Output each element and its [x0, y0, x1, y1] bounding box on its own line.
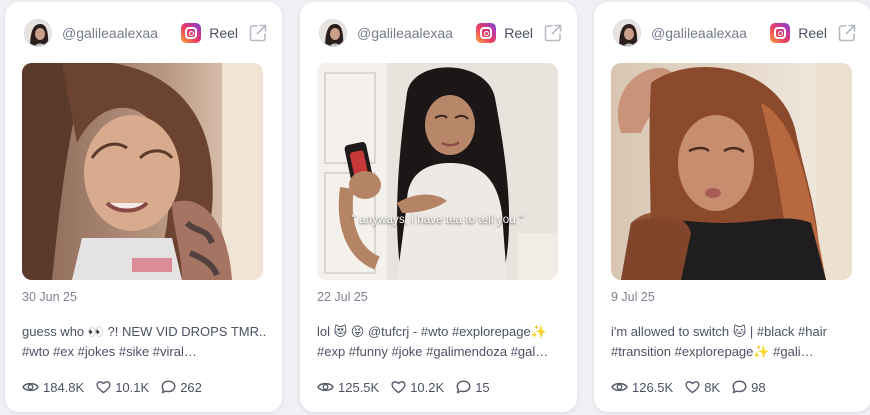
post-stats: 125.5K 10.2K 15	[317, 378, 502, 396]
heart-icon	[96, 381, 111, 394]
comment-icon	[732, 380, 747, 394]
post-type-label: Reel	[504, 25, 533, 41]
likes-stat: 10.2K	[391, 380, 444, 395]
likes-stat: 10.1K	[96, 380, 149, 395]
caption-line: #wto #ex #jokes #sike #viral…	[22, 344, 197, 359]
heart-icon	[391, 381, 406, 394]
comments-stat: 15	[456, 379, 490, 395]
post-thumbnail[interactable]	[22, 63, 263, 280]
external-link-icon[interactable]	[248, 23, 268, 43]
views-count: 125.5K	[338, 379, 380, 395]
instagram-icon	[770, 23, 791, 43]
comments-count: 15	[475, 379, 490, 395]
post-card-header: @galileaalexaa Reel	[319, 18, 563, 48]
views-count: 184.8K	[43, 379, 85, 395]
avatar[interactable]	[24, 19, 52, 47]
comments-stat: 98	[732, 379, 766, 395]
comment-icon	[161, 380, 176, 394]
instagram-icon	[476, 23, 497, 43]
caption-line: #exp #funny #joke #galimendoza #gal…	[317, 344, 549, 359]
caption-line: lol 😻 😝 @tufcrj - #wto #explorepage✨	[317, 324, 547, 339]
account-handle[interactable]: @galileaalexaa	[651, 25, 770, 41]
post-caption: i'm allowed to switch 🐱 | #black #hair #…	[611, 322, 857, 362]
post-stats: 126.5K 8K 98	[611, 378, 778, 396]
post-type-label: Reel	[798, 25, 827, 41]
post-card[interactable]: @galileaalexaa Reel	[300, 2, 577, 412]
post-card[interactable]: @galileaalexaa Reel	[5, 2, 282, 412]
video-text-overlay: " anyways, i have tea to tell you "	[351, 214, 524, 226]
post-type-label: Reel	[209, 25, 238, 41]
caption-line: guess who 👀 ?! NEW VID DROPS TMR.. -	[22, 324, 268, 339]
account-handle[interactable]: @galileaalexaa	[62, 25, 181, 41]
views-count: 126.5K	[632, 379, 674, 395]
external-link-icon[interactable]	[543, 23, 563, 43]
comments-count: 98	[751, 379, 766, 395]
post-date: 22 Jul 25	[317, 290, 368, 304]
heart-icon	[685, 381, 700, 394]
post-date: 9 Jul 25	[611, 290, 655, 304]
avatar[interactable]	[613, 19, 641, 47]
instagram-icon	[181, 23, 202, 43]
post-caption: guess who 👀 ?! NEW VID DROPS TMR.. - #wt…	[22, 322, 268, 362]
views-stat: 126.5K	[611, 380, 673, 395]
likes-count: 10.1K	[115, 379, 150, 395]
avatar[interactable]	[319, 19, 347, 47]
views-stat: 184.8K	[22, 380, 84, 395]
likes-count: 10.2K	[410, 379, 445, 395]
post-card-strip: @galileaalexaa Reel 30 Jun 25 guess who …	[0, 0, 870, 415]
comment-icon	[456, 380, 471, 394]
views-stat: 125.5K	[317, 380, 379, 395]
comments-stat: 262	[161, 380, 202, 395]
post-thumbnail[interactable]: " anyways, i have tea to tell you "	[317, 63, 558, 280]
post-stats: 184.8K 10.1K 262	[22, 378, 214, 396]
account-handle[interactable]: @galileaalexaa	[357, 25, 476, 41]
caption-line: #transition #explorepage✨ #gali…	[611, 344, 814, 359]
comments-count: 262	[180, 379, 202, 395]
external-link-icon[interactable]	[837, 23, 857, 43]
post-caption: lol 😻 😝 @tufcrj - #wto #explorepage✨ #ex…	[317, 322, 563, 362]
post-card-header: @galileaalexaa Reel	[24, 18, 268, 48]
post-date: 30 Jun 25	[22, 290, 77, 304]
eye-icon	[317, 382, 334, 392]
likes-stat: 8K	[685, 380, 720, 395]
post-card[interactable]: @galileaalexaa Reel	[594, 2, 870, 412]
likes-count: 8K	[704, 379, 721, 395]
caption-line: i'm allowed to switch 🐱 | #black #hair	[611, 324, 827, 339]
eye-icon	[611, 382, 628, 392]
eye-icon	[22, 382, 39, 392]
post-card-header: @galileaalexaa Reel	[613, 18, 857, 48]
post-thumbnail[interactable]	[611, 63, 852, 280]
